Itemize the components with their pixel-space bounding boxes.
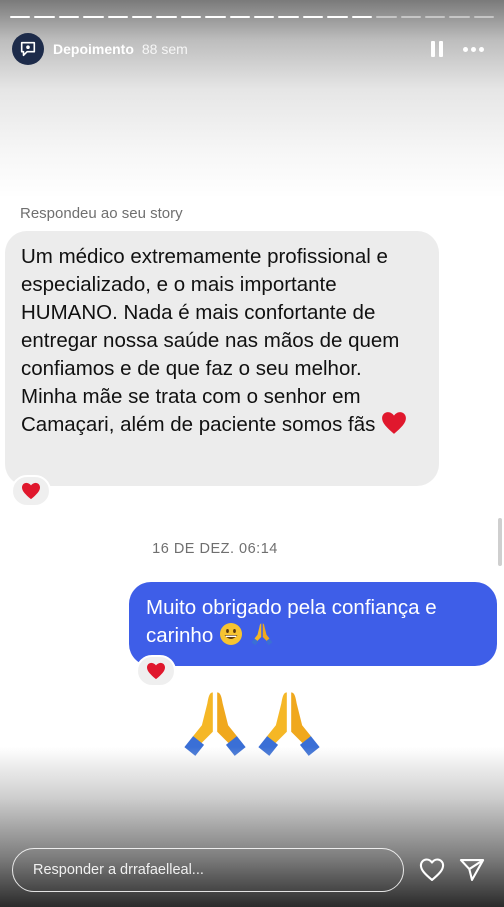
incoming-message-bubble: Um médico extremamente profissional e es… [5,231,439,486]
progress-segment [205,16,226,18]
progress-segment [302,16,324,18]
top-shade [0,0,504,200]
progress-segment [278,16,299,18]
progress-segment [376,16,397,18]
outgoing-message-body: Muito obrigado pela confiança e carinho [146,596,437,647]
story-viewer: Respondeu ao seu story Um médico extrema… [0,0,504,907]
story-time: 88 sem [141,41,188,57]
red-heart-icon [382,412,406,434]
account-name[interactable]: Depoimento [53,41,134,57]
progress-segment [473,16,495,18]
grinning-face-icon [219,623,242,645]
heart-icon [22,482,40,500]
speech-bubble-icon [20,41,36,57]
progress-segment [132,16,153,18]
progress-segment [156,16,177,18]
progress-segment [424,16,446,18]
header-actions [431,41,492,57]
progress-segment [58,16,80,18]
pause-icon[interactable] [431,41,445,57]
progress-segment [327,16,348,18]
heart-icon [147,662,165,680]
progress-segment [34,16,55,18]
send-icon[interactable] [458,856,486,884]
story-header: Depoimento 88 sem [12,32,492,66]
progress-segment [10,16,31,18]
story-progress-bar [10,16,495,19]
scrollbar-thumb[interactable] [498,518,502,566]
incoming-message-text: Um médico extremamente profissional e es… [21,243,423,439]
outgoing-message-text: Muito obrigado pela confiança e carinho [146,594,480,650]
incoming-heart-reaction[interactable] [11,475,51,507]
replied-label: Respondeu ao seu story [20,205,183,222]
progress-segment [400,16,421,18]
folded-hands-icon [251,623,273,646]
reply-input[interactable]: Responder a drrafaelleal... [12,848,404,892]
progress-segment [83,16,104,18]
incoming-message-body: Um médico extremamente profissional e es… [21,245,400,436]
more-icon[interactable] [463,46,484,52]
progress-segment [351,16,373,18]
avatar[interactable] [12,33,44,65]
outgoing-message-bubble: Muito obrigado pela confiança e carinho [129,582,497,666]
progress-segment [107,16,129,18]
outgoing-heart-reaction[interactable] [136,655,176,687]
progress-segment [449,16,470,18]
progress-segment [229,16,251,18]
date-separator: 16 DE DEZ. 06:14 [152,541,278,557]
progress-segment [254,16,275,18]
screenshot-content: Respondeu ao seu story Um médico extrema… [0,196,504,776]
progress-segment [180,16,202,18]
reply-placeholder: Responder a drrafaelleal... [33,862,204,878]
heart-icon[interactable] [418,856,446,884]
